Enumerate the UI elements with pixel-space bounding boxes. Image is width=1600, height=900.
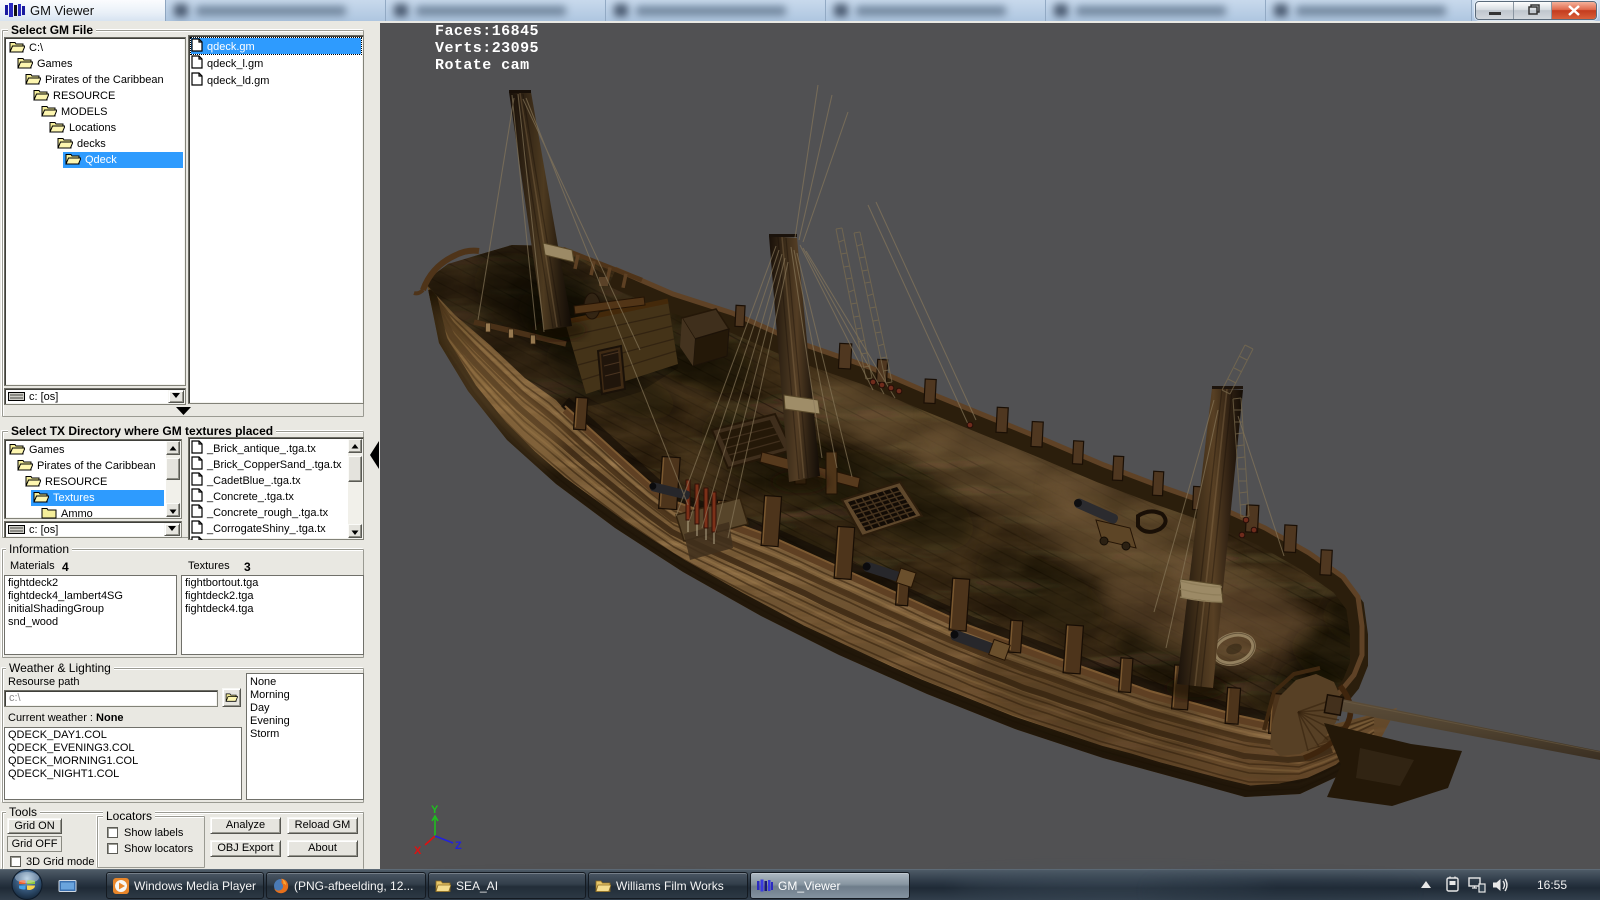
svg-text:Y: Y [431,804,439,816]
svg-text:Z: Z [455,840,462,852]
svg-text:X: X [414,845,422,857]
